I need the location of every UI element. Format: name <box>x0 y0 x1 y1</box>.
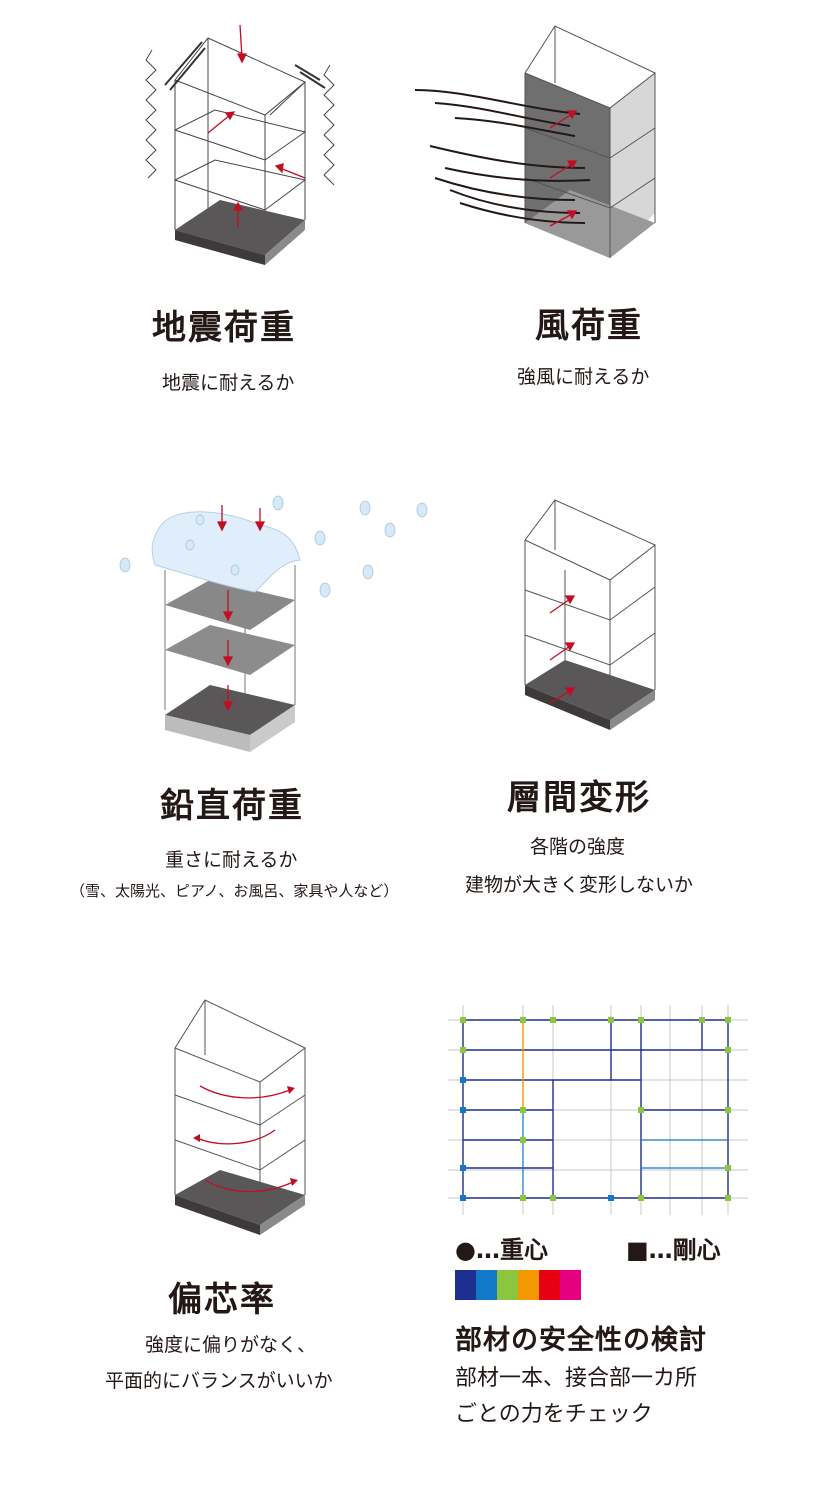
scale-swatch-6 <box>560 1270 581 1300</box>
vertical-load-caption: 重さに耐えるか <box>165 849 298 871</box>
wind-title: 風荷重 <box>535 306 643 346</box>
seismic-caption: 地震に耐えるか <box>162 372 295 394</box>
story-drift-illustration <box>524 499 656 730</box>
eccentricity-caption-2: 平面的にバランスがいいか <box>105 1370 333 1392</box>
member-safety-caption-2: ごとの力をチェック <box>455 1402 653 1427</box>
seismic-illustration <box>145 24 335 265</box>
vertical-load-title: 鉛直荷重 <box>160 786 304 826</box>
wind-illustration <box>414 25 656 258</box>
vibration-line-right <box>323 64 335 186</box>
structure-plan-grid <box>448 1005 748 1215</box>
scale-swatch-5 <box>539 1270 560 1300</box>
seismic-title: 地震荷重 <box>152 308 296 348</box>
eccentricity-illustration <box>174 999 306 1235</box>
scale-swatch-4 <box>518 1270 539 1300</box>
eccentricity-title: 偏芯率 <box>168 1280 276 1320</box>
snow-roof <box>151 511 301 593</box>
story-drift-caption-2: 建物が大きく変形しないか <box>465 874 694 896</box>
force-color-scale <box>455 1270 581 1300</box>
scale-swatch-1 <box>455 1270 476 1300</box>
member-safety-caption-1: 部材一本、接合部一カ所 <box>455 1366 698 1391</box>
vertical-load-illustration <box>119 495 428 752</box>
scale-swatch-2 <box>476 1270 497 1300</box>
vibration-line-left <box>145 49 157 179</box>
story-drift-title: 層間変形 <box>507 778 651 818</box>
story-drift-caption-1: 各階の強度 <box>530 836 626 858</box>
eccentricity-caption-1: 強度に偏りがなく、 <box>145 1334 317 1356</box>
vertical-load-note: （雪、太陽光、ピアノ、お風呂、家具や人など） <box>70 882 399 900</box>
wind-caption: 強風に耐えるか <box>517 366 650 388</box>
legend-center-of-gravity: ●…重心 <box>455 1236 548 1264</box>
legend-center-of-rigidity: ■…剛心 <box>626 1236 721 1264</box>
scale-swatch-3 <box>497 1270 518 1300</box>
member-safety-title: 部材の安全性の検討 <box>455 1325 707 1356</box>
